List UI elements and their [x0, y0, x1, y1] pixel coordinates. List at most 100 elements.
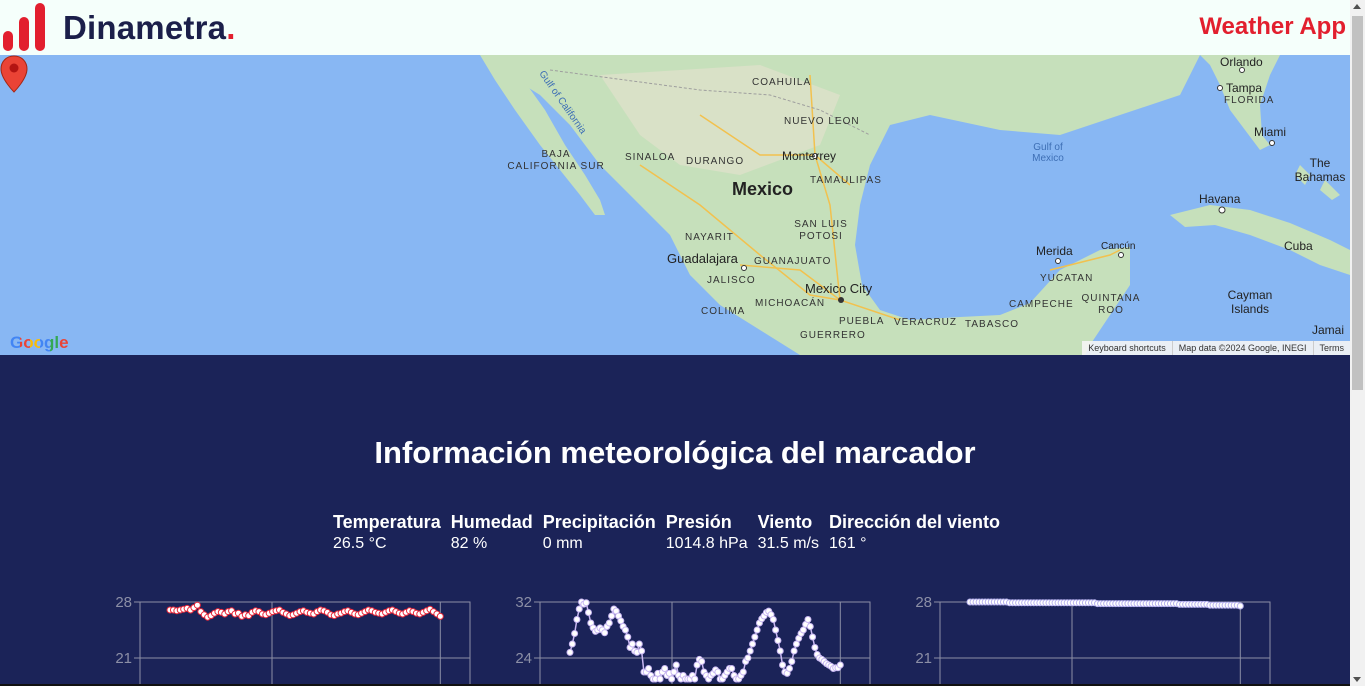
chart-point: [624, 633, 632, 641]
chart-point: [774, 637, 782, 644]
info-value: 161 °: [828, 535, 867, 552]
chart-point: [436, 612, 444, 620]
brand-dot: .: [226, 9, 236, 46]
map-label-nayarit: NAYARIT: [685, 232, 734, 243]
chart-tick-label: 24: [515, 650, 532, 667]
chart-tick-label: 21: [115, 650, 132, 667]
chart-point: [638, 647, 646, 655]
map-label-guadalajara: Guadalajara: [667, 251, 738, 266]
chart-point: [608, 612, 616, 620]
info-value: 1014.8 hPa: [665, 535, 748, 552]
map-marker-icon[interactable]: [0, 55, 28, 93]
info-col-pressure: Presión 1014.8 hPa: [666, 512, 748, 553]
chart-point: [691, 675, 699, 683]
map-attribution: Keyboard shortcuts Map data ©2024 Google…: [1082, 341, 1350, 355]
map-label-quintana: QUINTANA ROO: [1081, 293, 1141, 316]
chart-point: [582, 599, 590, 607]
weather-section-title: Información meteorológica del marcador: [374, 435, 976, 470]
chart-point: [621, 626, 629, 634]
info-value: 0 mm: [542, 535, 583, 552]
chart-tick-label: 28: [115, 594, 132, 611]
map-label-mexico: Mexico: [732, 179, 794, 199]
map-label-havana: Havana: [1199, 192, 1241, 206]
chart-point: [804, 616, 812, 623]
chart-point: [788, 658, 796, 665]
chart-point: [1236, 602, 1244, 610]
weather-info-table: Temperatura 26.5 °C Humedad 82 % Precipi…: [333, 512, 1000, 553]
map-label-jalisco: JALISCO: [707, 275, 756, 286]
chart-point: [779, 661, 787, 669]
map-label-guerrero: GUERRERO: [800, 330, 866, 341]
map-label-nuevo-leon: NUEVO LEON: [784, 116, 860, 127]
scrollbar-thumb[interactable]: [1352, 16, 1363, 390]
dinametra-logo-icon[interactable]: [3, 3, 48, 53]
info-value: 82 %: [450, 535, 488, 552]
info-header: Presión: [665, 512, 732, 532]
map-label-coahuila: COAHUILA: [752, 77, 812, 88]
brand-name-text: Dinametra: [63, 9, 227, 46]
chart-point: [728, 665, 736, 672]
scroll-down-arrow-icon[interactable]: [1353, 677, 1361, 682]
map-label-michoacan: MICHOACÁN: [755, 298, 826, 309]
chart-point: [571, 630, 579, 637]
google-map[interactable]: Mexico Mexico City Guadalajara Monterrey…: [0, 55, 1350, 355]
chart-point: [739, 668, 747, 676]
chart-point: [753, 626, 761, 634]
map-label-gulf-mexico: Gulf of Mexico: [1032, 142, 1064, 164]
chart-point: [785, 665, 793, 672]
info-col-wind: Viento 31.5 m/s: [758, 512, 819, 553]
map-label-merida: Merida: [1036, 244, 1073, 258]
info-value: 26.5 °C: [333, 535, 387, 552]
brand-name[interactable]: Dinametra.: [63, 9, 236, 47]
map-label-yucatan: YUCATAN: [1040, 273, 1094, 284]
map-label-colima: COLIMA: [701, 306, 746, 317]
keyboard-shortcuts-link[interactable]: Keyboard shortcuts: [1082, 341, 1172, 355]
chart-point: [656, 675, 664, 683]
google-logo-text: Google: [10, 333, 69, 352]
map-label-jamaica: Jamai: [1312, 323, 1345, 337]
google-logo[interactable]: Google: [10, 333, 69, 353]
map-label-florida: FLORIDA: [1224, 95, 1275, 106]
info-header: Viento: [757, 512, 813, 532]
terms-link[interactable]: Terms: [1312, 341, 1351, 355]
chart-point: [661, 665, 669, 672]
map-label-monterrey: Monterrey: [782, 149, 837, 163]
map-label-orlando: Orlando: [1220, 55, 1263, 69]
map-data-text: Map data ©2024 Google, INEGI: [1171, 341, 1313, 355]
chart-point: [628, 640, 636, 648]
map-label-cuba: Cuba: [1284, 239, 1313, 253]
chart-point: [714, 668, 722, 676]
map-label-cayman: Cayman Islands: [1227, 288, 1273, 316]
vertical-scrollbar[interactable]: [1350, 0, 1365, 686]
info-col-wind-direction: Dirección del viento 161 °: [829, 512, 1000, 553]
map-canvas[interactable]: [0, 55, 1350, 355]
info-header: Dirección del viento: [828, 512, 1001, 532]
temperature-chart[interactable]: 28 21: [100, 585, 480, 686]
chart-point: [806, 623, 814, 630]
chart-point: [809, 633, 817, 641]
chart-point: [617, 617, 625, 625]
chart-point: [193, 601, 201, 609]
map-label-guanajuato: GUANAJUATO: [754, 256, 832, 267]
map-label-tamaulipas: TAMAULIPAS: [810, 175, 882, 186]
info-header: Precipitación: [542, 512, 656, 532]
map-label-cancun: Cancún: [1101, 241, 1136, 252]
scroll-up-arrow-icon[interactable]: [1353, 4, 1361, 9]
chart-point: [668, 675, 676, 683]
map-label-baja: BAJA CALIFORNIA SUR: [507, 149, 605, 172]
info-header: Temperatura: [333, 512, 441, 532]
chart-point: [672, 661, 680, 669]
chart-point: [746, 647, 754, 655]
info-header: Humedad: [450, 512, 533, 532]
pressure-chart[interactable]: 28 21: [900, 585, 1280, 686]
chart-point: [811, 644, 819, 651]
chart-point: [605, 619, 613, 627]
chart-tick-label: 21: [915, 650, 932, 667]
app-title: Weather App: [1199, 13, 1346, 40]
chart-point: [566, 648, 574, 656]
chart-point: [645, 665, 653, 672]
humidity-chart[interactable]: 32 24: [500, 585, 880, 686]
top-bar: Dinametra. Weather App: [0, 0, 1350, 55]
map-label-puebla: PUEBLA: [839, 316, 885, 327]
chart-point: [584, 609, 592, 616]
